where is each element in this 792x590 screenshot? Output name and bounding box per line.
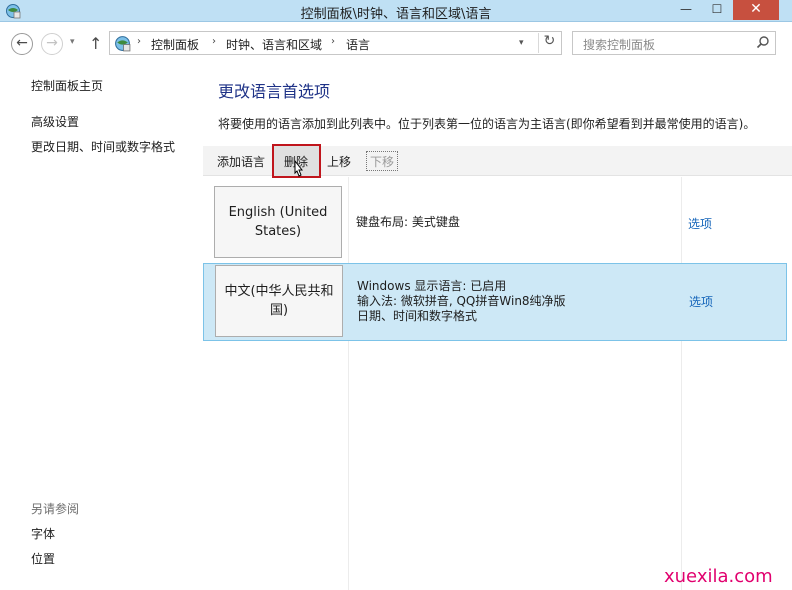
sidebar-item-advanced-settings[interactable]: 高级设置 [31,113,79,130]
language-detail: 日期、时间和数字格式 [357,309,478,323]
recent-locations-icon[interactable]: ▾ [70,37,75,47]
language-row-selected[interactable]: 中文(中华人民共和国) Windows 显示语言: 已启用 输入法: 微软拼音,… [203,263,787,341]
address-dropdown-icon[interactable]: ▾ [519,38,524,48]
title-bar: 控制面板\时钟、语言和区域\语言 — ☐ ✕ [0,0,792,22]
options-link[interactable]: 选项 [688,215,712,232]
breadcrumb-language[interactable]: 语言 [346,36,370,53]
language-detail: Windows 显示语言: 已启用 [357,279,507,293]
watermark: xuexila.com [664,566,773,587]
sidebar-item-control-panel-home[interactable]: 控制面板主页 [31,77,103,94]
language-tile-english[interactable]: English (United States) [214,186,342,258]
sidebar-item-fonts[interactable]: 字体 [31,525,55,542]
sidebar: 控制面板主页 高级设置 更改日期、时间或数字格式 另请参阅 字体 位置 [0,61,203,590]
forward-button[interactable]: → [41,33,63,55]
sidebar-item-change-date-time-format[interactable]: 更改日期、时间或数字格式 [31,138,175,155]
search-placeholder: 搜索控制面板 [583,38,656,52]
navigation-bar: ← → ▾ ↑ › 控制面板 › 时钟、语言和区域 › 语言 ▾ ↻ 搜索控制面… [0,23,792,61]
minimize-button[interactable]: — [671,0,701,20]
breadcrumb-separator[interactable]: › [331,36,335,47]
move-down-button[interactable]: 下移 [370,153,394,170]
add-language-button[interactable]: 添加语言 [217,153,265,170]
see-also-heading: 另请参阅 [31,502,80,516]
maximize-button[interactable]: ☐ [702,0,732,20]
breadcrumb-clock-language-region[interactable]: 时钟、语言和区域 [226,36,322,53]
language-row[interactable]: English (United States) 键盘布局: 美式键盘 选项 [203,183,787,261]
page-title: 更改语言首选项 [218,82,331,101]
address-bar[interactable]: › 控制面板 › 时钟、语言和区域 › 语言 ▾ ↻ [109,31,562,55]
sidebar-item-location[interactable]: 位置 [31,550,55,567]
move-up-button[interactable]: 上移 [327,153,351,170]
breadcrumb-separator[interactable]: › [212,36,216,47]
options-link[interactable]: 选项 [689,293,713,310]
language-tile-chinese[interactable]: 中文(中华人民共和国) [215,265,343,337]
back-button[interactable]: ← [11,33,33,55]
language-detail: 输入法: 微软拼音, QQ拼音Win8纯净版 [357,294,566,308]
breadcrumb-control-panel[interactable]: 控制面板 [151,36,199,53]
page-description: 将要使用的语言添加到此列表中。位于列表第一位的语言为主语言(即你希望看到并最常使… [218,117,756,131]
refresh-button[interactable]: ↻ [538,33,560,53]
control-panel-icon [115,36,131,52]
close-button[interactable]: ✕ [733,0,779,20]
language-detail: 键盘布局: 美式键盘 [356,215,460,229]
search-icon[interactable] [756,35,770,49]
search-input[interactable]: 搜索控制面板 [572,31,776,55]
breadcrumb-separator[interactable]: › [137,36,141,47]
up-button[interactable]: ↑ [89,34,102,53]
